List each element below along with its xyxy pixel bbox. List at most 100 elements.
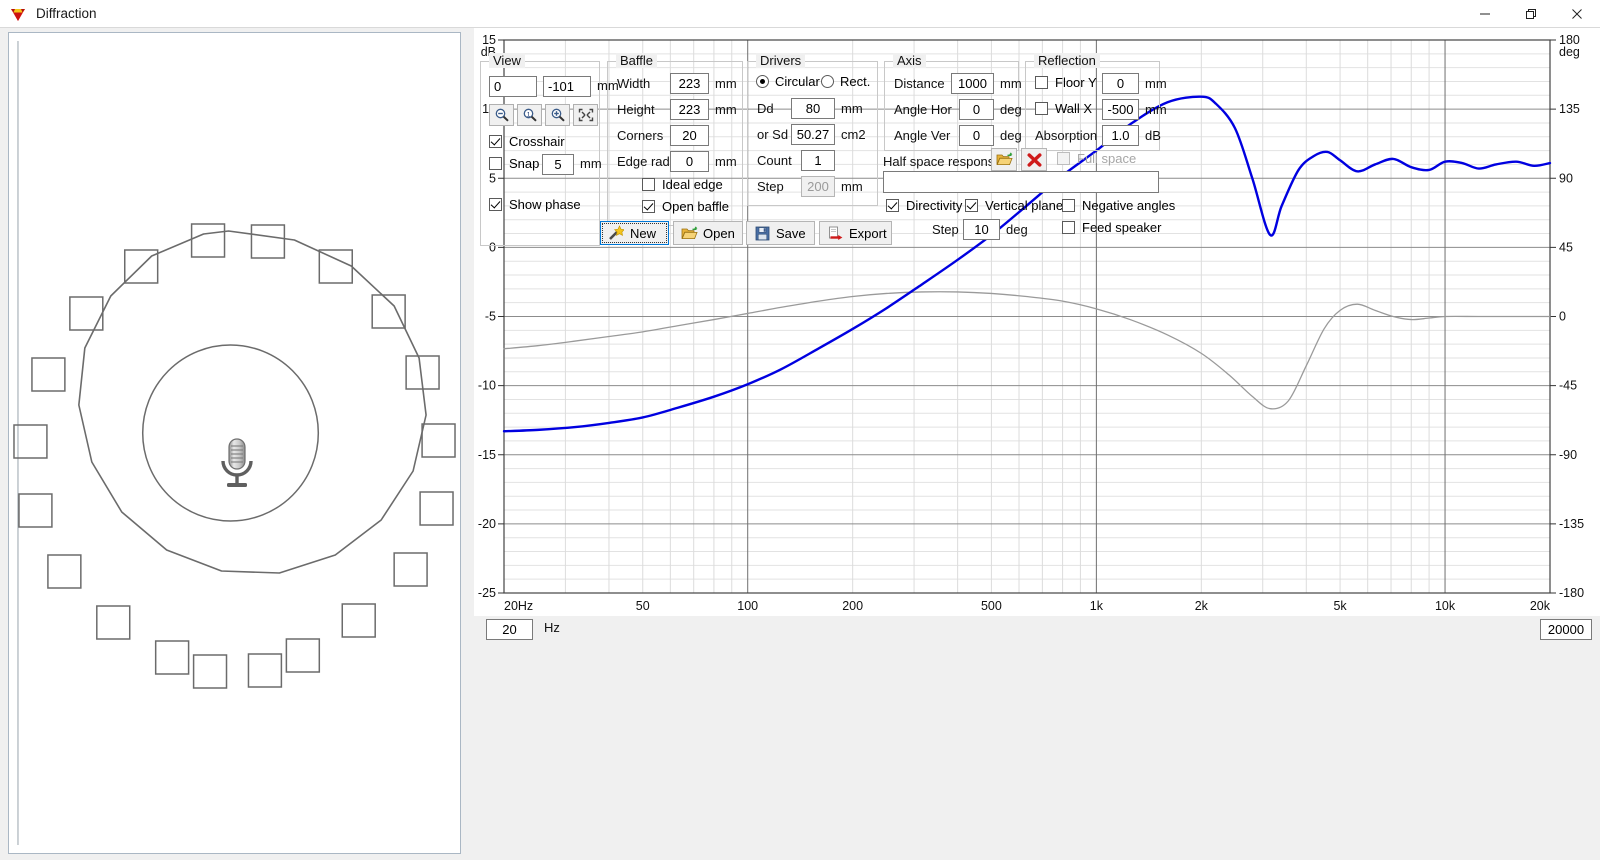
driver-step-label: Step (757, 179, 784, 194)
directivity-step-input[interactable]: 10 (963, 219, 1000, 240)
snap-value-input[interactable]: 5 (542, 154, 574, 175)
svg-text:2k: 2k (1195, 599, 1209, 613)
open-baffle-checkbox[interactable]: Open baffle (642, 199, 729, 214)
microphone-icon (213, 433, 261, 493)
baffle-width-input[interactable]: 223 (670, 73, 709, 94)
fit-to-window-icon (578, 108, 593, 122)
directivity-checkbox[interactable]: Directivity (886, 198, 962, 213)
driver-sd-input[interactable]: 50.27 (791, 124, 835, 145)
baffle-height-input[interactable]: 223 (670, 99, 709, 120)
negative-angles-checkbox[interactable]: Negative angles (1062, 198, 1175, 213)
zoom-reset-button[interactable]: 1 (517, 104, 542, 126)
svg-text:-25: -25 (478, 586, 496, 600)
snap-checkbox[interactable]: Snap (489, 156, 539, 171)
svg-text:deg: deg (1559, 45, 1580, 59)
baffle-corners-label: Corners (617, 128, 664, 143)
ideal-edge-checkbox[interactable]: Ideal edge (642, 177, 723, 192)
floor-y-input[interactable]: 0 (1102, 73, 1139, 94)
driver-dd-input[interactable]: 80 (791, 98, 835, 119)
close-button[interactable] (1554, 0, 1600, 28)
diamond-logo-icon (9, 5, 27, 23)
full-space-checkbox[interactable]: Full space (1057, 151, 1136, 166)
view-group: View 0 -101 mm 1 Crosshair Snap 5 mm Sho… (480, 53, 619, 246)
baffle-canvas[interactable] (8, 32, 461, 854)
half-space-clear-button[interactable] (1021, 148, 1047, 171)
zoom-fit-button[interactable] (573, 104, 598, 126)
view-x-input[interactable]: 0 (489, 76, 537, 97)
directivity-step-label: Step (932, 222, 959, 237)
baffle-height-unit: mm (715, 102, 737, 117)
svg-text:-10: -10 (478, 379, 496, 393)
export-button[interactable]: Export (819, 221, 892, 245)
axis-distance-label: Distance (894, 76, 945, 91)
open-button[interactable]: Open (673, 221, 743, 245)
zoom-one-to-one-icon: 1 (523, 108, 537, 122)
svg-text:-20: -20 (478, 517, 496, 531)
rect-radio-ring (821, 75, 834, 88)
floor-y-checkbox[interactable]: Floor Y (1035, 75, 1097, 90)
zoom-out-button[interactable] (489, 104, 514, 126)
show-phase-checkbox[interactable]: Show phase (489, 197, 581, 212)
reflection-group: Reflection Floor Y 0 mm Wall X -500 mm A… (1025, 53, 1167, 151)
open-baffle-label: Open baffle (662, 199, 729, 214)
half-space-path-input[interactable] (883, 171, 1159, 193)
open-button-label: Open (703, 225, 735, 241)
axis-angle-ver-unit: deg (1000, 128, 1022, 143)
new-button[interactable]: New (600, 221, 669, 245)
baffle-corners-input[interactable]: 20 (670, 125, 709, 146)
baffle-edge-rad-input[interactable]: 0 (670, 151, 709, 172)
axis-distance-input[interactable]: 1000 (951, 73, 994, 94)
save-button[interactable]: Save (746, 221, 815, 245)
snap-checkbox-box (489, 157, 502, 170)
driver-shape-circular-radio[interactable]: Circular (756, 74, 820, 89)
feed-speaker-checkbox[interactable]: Feed speaker (1062, 220, 1162, 235)
wall-x-input[interactable]: -500 (1102, 99, 1139, 120)
axis-angle-hor-label: Angle Hor (894, 102, 952, 117)
baffle-width-unit: mm (715, 76, 737, 91)
vertical-plane-checkbox[interactable]: Vertical plane (965, 198, 1063, 213)
svg-text:10k: 10k (1435, 599, 1456, 613)
zoom-out-icon (495, 108, 509, 122)
baffle-group: Baffle Width 223 mm Height 223 mm Corner… (607, 53, 743, 226)
crosshair-label: Crosshair (509, 134, 565, 149)
wall-x-label: Wall X (1055, 101, 1093, 116)
frequency-input[interactable]: 20 (486, 619, 533, 640)
axis-angle-hor-input[interactable]: 0 (959, 99, 994, 120)
baffle-group-title: Baffle (616, 53, 658, 68)
red-x-icon (1027, 152, 1042, 167)
save-button-label: Save (776, 225, 806, 241)
axis-distance-unit: mm (1000, 76, 1022, 91)
svg-text:20Hz: 20Hz (504, 599, 533, 613)
wall-x-checkbox[interactable]: Wall X (1035, 101, 1092, 116)
crosshair-checkbox-box (489, 135, 502, 148)
rect-label: Rect. (840, 74, 871, 89)
open-folder-icon (680, 224, 698, 242)
svg-text:50: 50 (636, 599, 650, 613)
svg-text:-5: -5 (485, 310, 496, 324)
driver-shape-rect-radio[interactable]: Rect. (821, 74, 870, 89)
baffle-edge-rad-label: Edge rad. (617, 154, 674, 169)
maximize-button[interactable] (1508, 0, 1554, 28)
axis-angle-ver-input[interactable]: 0 (959, 125, 994, 146)
svg-text:1k: 1k (1090, 599, 1104, 613)
baffle-view-pane (0, 28, 467, 860)
driver-step-input[interactable]: 200 (801, 176, 835, 197)
open-baffle-checkbox-box (642, 200, 655, 213)
view-y-input[interactable]: -101 (543, 76, 591, 97)
baffle-height-label: Height (617, 102, 655, 117)
axis-angle-ver-label: Angle Ver (894, 128, 951, 143)
crosshair-checkbox[interactable]: Crosshair (489, 134, 565, 149)
minimize-button[interactable] (1462, 0, 1508, 28)
ideal-edge-checkbox-box (642, 178, 655, 191)
frequency-max-input[interactable]: 20000 (1540, 619, 1592, 640)
zoom-in-button[interactable] (545, 104, 570, 126)
window-title: Diffraction (36, 6, 97, 21)
pane-splitter[interactable] (467, 28, 474, 860)
svg-text:20k: 20k (1530, 599, 1551, 613)
driver-count-input[interactable]: 1 (801, 150, 835, 171)
absorption-input[interactable]: 1.0 (1102, 125, 1139, 146)
axis-group-title: Axis (893, 53, 926, 68)
drivers-group-title: Drivers (756, 53, 806, 68)
half-space-open-button[interactable] (991, 148, 1017, 171)
half-space-label: Half space response (883, 154, 1002, 169)
